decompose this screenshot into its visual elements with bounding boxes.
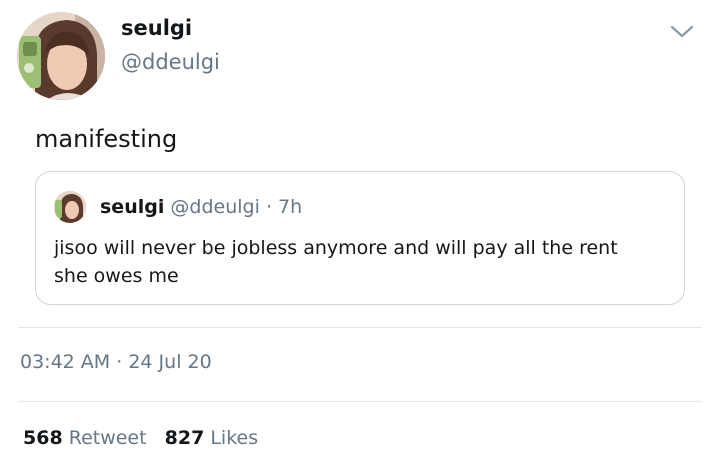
divider [18,401,702,402]
tweet-timestamp[interactable]: 03:42 AM · 24 Jul 20 [20,351,212,373]
retweet-count: 568 [23,427,63,449]
date-label: 24 Jul 20 [128,351,212,373]
quoted-time: 7h [278,196,303,218]
likes-stat[interactable]: 827 Likes [165,427,259,449]
avatar[interactable] [17,12,105,100]
tweet-text: manifesting [35,125,178,153]
divider [18,327,702,328]
like-label: Likes [210,427,259,449]
chevron-down-icon[interactable] [669,22,695,42]
tweet-stats: 568 Retweet 827 Likes [23,427,258,449]
author-handle[interactable]: @ddeulgi [121,50,220,74]
quoted-text: jisoo will never be jobless anymore and … [54,237,618,287]
separator-dot: · [265,196,272,218]
separator-dot: · [116,351,123,373]
retweets-stat[interactable]: 568 Retweet [23,427,153,449]
quoted-avatar [54,191,86,223]
like-count: 827 [164,427,205,449]
quoted-author-name: seulgi [100,196,165,218]
author-name[interactable]: seulgi [121,16,192,40]
quoted-header: seulgi @ddeulgi · 7h [100,196,302,218]
retweet-label: Retweet [68,427,147,449]
quoted-author-handle: @ddeulgi [170,196,260,218]
time-label: 03:42 AM [20,351,111,373]
quoted-tweet[interactable]: seulgi @ddeulgi · 7h jisoo will never be… [35,171,685,305]
